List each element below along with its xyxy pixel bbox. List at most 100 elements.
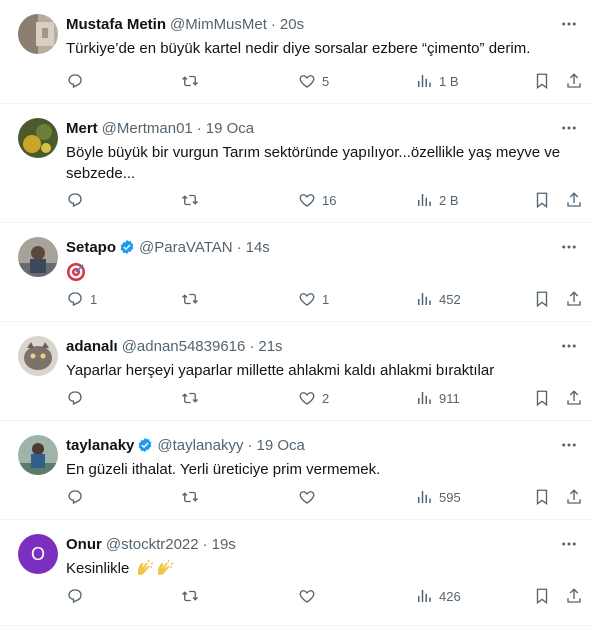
bookmark-icon <box>536 192 548 209</box>
share-icon <box>567 192 581 207</box>
retweet-button[interactable] <box>181 188 205 212</box>
separator: · <box>202 535 208 553</box>
tweet[interactable]: O Onur @stocktr2022 · 19s Kesinlikle 426 <box>0 520 593 626</box>
retweet-button[interactable] <box>181 386 205 410</box>
like-button[interactable] <box>298 485 322 509</box>
like-button[interactable]: 16 <box>298 188 336 212</box>
avatar[interactable] <box>18 336 58 376</box>
views-button[interactable]: 595 <box>415 485 461 509</box>
author-handle[interactable]: @Mertman01 <box>102 120 193 137</box>
like-button[interactable] <box>298 584 322 608</box>
views-button[interactable]: 911 <box>415 386 460 410</box>
verified-badge-icon[interactable] <box>137 437 153 453</box>
timestamp[interactable]: 14s <box>246 239 270 256</box>
tweet[interactable]: Mustafa Metin @MimMusMet · 20s Türkiye’d… <box>0 0 593 104</box>
reply-icon <box>68 589 82 604</box>
action-bar: 5 1 B <box>58 69 588 93</box>
timestamp[interactable]: 19 Oca <box>257 437 305 454</box>
more-options-icon[interactable] <box>559 336 579 356</box>
avatar[interactable] <box>18 237 58 277</box>
bookmark-button[interactable] <box>533 69 551 93</box>
clapping-hands-emoji-icon <box>137 559 153 576</box>
retweet-button[interactable] <box>181 287 205 311</box>
reply-button[interactable] <box>66 188 90 212</box>
reply-button[interactable]: 1 <box>66 287 97 311</box>
tweet-text: En güzeli ithalat. Yerli üreticiye prim … <box>66 461 381 478</box>
like-button[interactable]: 1 <box>298 287 329 311</box>
avatar[interactable] <box>18 435 58 475</box>
timestamp[interactable]: 19s <box>212 536 236 553</box>
timestamp[interactable]: 21s <box>258 338 282 355</box>
reply-button[interactable] <box>66 69 90 93</box>
author-handle[interactable]: @taylanakyy <box>157 437 243 454</box>
share-button[interactable] <box>565 287 583 311</box>
tweet[interactable]: taylanaky @taylanakyy · 19 Oca En güzeli… <box>0 421 593 520</box>
more-options-icon[interactable] <box>559 534 579 554</box>
bookmark-button[interactable] <box>533 485 551 509</box>
analytics-icon <box>418 392 431 404</box>
bookmark-button[interactable] <box>533 188 551 212</box>
share-button[interactable] <box>565 69 583 93</box>
action-bar: 16 2 B <box>58 188 588 212</box>
share-button[interactable] <box>565 188 583 212</box>
reply-button[interactable] <box>66 584 90 608</box>
avatar[interactable]: O <box>18 534 58 574</box>
author-name[interactable]: Mustafa Metin <box>66 16 166 33</box>
heart-icon <box>299 491 315 504</box>
more-options-icon[interactable] <box>559 118 579 138</box>
view-count: 452 <box>439 291 461 307</box>
tweet[interactable]: Setapo @ParaVATAN · 14s 1 1 452 <box>0 223 593 322</box>
retweet-button[interactable] <box>181 485 205 509</box>
share-icon <box>567 588 581 603</box>
share-button[interactable] <box>565 386 583 410</box>
share-button[interactable] <box>565 584 583 608</box>
reply-icon <box>68 193 82 208</box>
timestamp[interactable]: 20s <box>280 16 304 33</box>
author-name[interactable]: Mert <box>66 120 98 137</box>
like-button[interactable]: 5 <box>298 69 329 93</box>
author-handle[interactable]: @MimMusMet <box>170 16 267 33</box>
separator: · <box>196 119 202 137</box>
author-name[interactable]: adanalı <box>66 338 118 355</box>
timestamp[interactable]: 19 Oca <box>206 120 254 137</box>
avatar[interactable] <box>18 14 58 54</box>
analytics-icon <box>418 491 431 503</box>
retweet-icon <box>182 194 198 206</box>
tweet[interactable]: adanalı @adnan54839616 · 21s Yaparlar he… <box>0 322 593 421</box>
views-button[interactable]: 2 B <box>415 188 459 212</box>
view-count: 2 B <box>439 192 459 208</box>
bookmark-button[interactable] <box>533 287 551 311</box>
author-handle[interactable]: @stocktr2022 <box>106 536 199 553</box>
author-name[interactable]: Onur <box>66 536 102 553</box>
more-options-icon[interactable] <box>559 237 579 257</box>
like-button[interactable]: 2 <box>298 386 329 410</box>
bookmark-button[interactable] <box>533 386 551 410</box>
action-bar: 1 1 452 <box>58 287 588 311</box>
clapping-hands-emoji-icon <box>157 559 173 576</box>
like-count: 5 <box>322 73 330 89</box>
separator: · <box>236 238 242 256</box>
author-handle[interactable]: @ParaVATAN <box>139 239 233 256</box>
tweet[interactable]: Mert @Mertman01 · 19 Oca Böyle büyük bir… <box>0 104 593 223</box>
reply-icon <box>68 292 82 307</box>
views-button[interactable]: 452 <box>415 287 461 311</box>
retweet-button[interactable] <box>181 584 205 608</box>
reply-button[interactable] <box>66 485 90 509</box>
tweet-text: Böyle büyük bir vurgun Tarım sektöründe … <box>66 144 561 182</box>
retweet-button[interactable] <box>181 69 205 93</box>
author-handle[interactable]: @adnan54839616 <box>122 338 246 355</box>
share-button[interactable] <box>565 485 583 509</box>
more-options-icon[interactable] <box>559 435 579 455</box>
more-options-icon[interactable] <box>559 14 579 34</box>
reply-button[interactable] <box>66 386 90 410</box>
share-icon <box>567 390 581 405</box>
verified-badge-icon[interactable] <box>119 239 135 255</box>
author-name[interactable]: taylanaky <box>66 437 134 454</box>
bookmark-icon <box>536 588 548 605</box>
avatar[interactable] <box>18 118 58 158</box>
views-button[interactable]: 1 B <box>415 69 459 93</box>
separator: · <box>247 436 253 454</box>
author-name[interactable]: Setapo <box>66 239 116 256</box>
views-button[interactable]: 426 <box>415 584 461 608</box>
bookmark-button[interactable] <box>533 584 551 608</box>
